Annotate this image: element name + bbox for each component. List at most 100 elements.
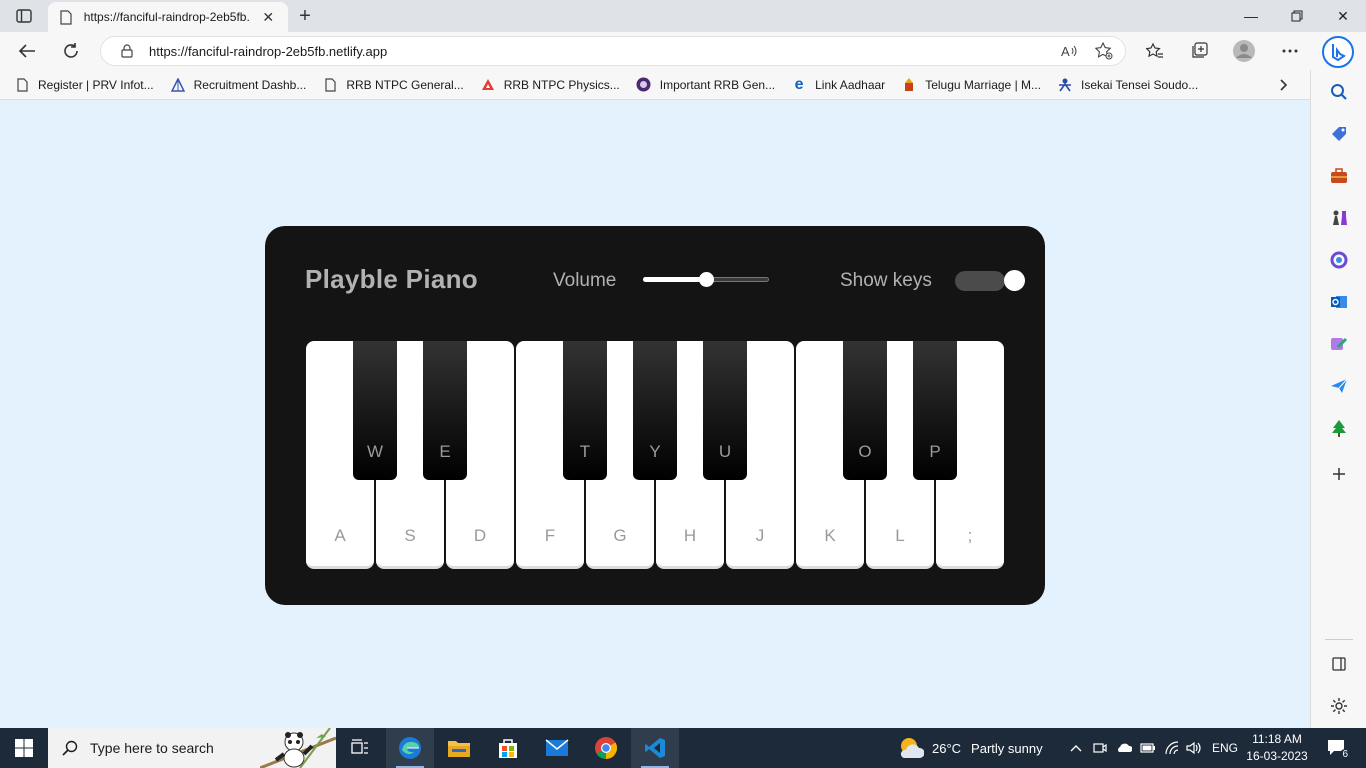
- split-screen-icon[interactable]: [1325, 650, 1353, 678]
- show-keys-toggle[interactable]: [955, 270, 1025, 291]
- weather-temperature: 26°C: [932, 740, 962, 756]
- bookmark-item[interactable]: Telugu Marriage | M...: [901, 73, 1041, 97]
- bookmark-item[interactable]: Register | PRV Infot...: [14, 73, 154, 97]
- tab-actions-button[interactable]: [10, 5, 38, 27]
- bookmark-item[interactable]: RRB NTPC General...: [322, 73, 464, 97]
- toolbox-icon[interactable]: [1325, 162, 1353, 190]
- new-tab-button[interactable]: +: [292, 4, 318, 28]
- onedrive-icon[interactable]: [1112, 728, 1136, 768]
- favorites-icon: [1146, 42, 1163, 58]
- profile-button[interactable]: [1229, 37, 1259, 65]
- show-hidden-icons-button[interactable]: [1064, 728, 1088, 768]
- search-icon: [62, 740, 78, 756]
- mail-icon: [545, 739, 569, 756]
- send-icon[interactable]: [1325, 372, 1353, 400]
- back-arrow-icon: [18, 44, 35, 58]
- key-label: H: [683, 526, 697, 545]
- volume-icon[interactable]: [1182, 728, 1206, 768]
- notification-center-button[interactable]: 6: [1322, 736, 1352, 760]
- clock[interactable]: 11:18 AM 16-03-2023: [1242, 731, 1312, 765]
- tag-icon[interactable]: [1325, 120, 1353, 148]
- bookmark-item[interactable]: Isekai Tensei Soudo...: [1057, 73, 1198, 97]
- black-key[interactable]: O: [843, 341, 887, 480]
- toggle-track[interactable]: [955, 271, 1005, 291]
- taskbar-vscode[interactable]: [631, 728, 679, 768]
- settings-more-button[interactable]: [1275, 37, 1305, 65]
- windows-logo-icon: [15, 739, 33, 757]
- taskbar-chrome[interactable]: [582, 728, 630, 768]
- sidebar-divider: [1325, 639, 1353, 640]
- black-key[interactable]: P: [913, 341, 957, 480]
- browser-tab[interactable]: https://fanciful-raindrop-2eb5fb. ✕: [48, 2, 288, 32]
- bing-button[interactable]: [1322, 36, 1354, 68]
- volume-slider[interactable]: [643, 272, 769, 287]
- lock-icon[interactable]: [119, 43, 135, 59]
- bookmark-label: Isekai Tensei Soudo...: [1081, 77, 1199, 92]
- bookmark-label: RRB NTPC General...: [346, 77, 464, 92]
- collections-button[interactable]: [1184, 37, 1214, 65]
- bookmark-item[interactable]: Recruitment Dashb...: [170, 73, 307, 97]
- svg-text:A: A: [1061, 44, 1070, 58]
- key-label: A: [334, 526, 346, 545]
- partly-sunny-icon: [900, 738, 924, 758]
- bookmark-item[interactable]: RRB NTPC Physics...: [480, 73, 620, 97]
- black-key[interactable]: W: [353, 341, 397, 480]
- weather-description: Partly sunny: [971, 740, 1043, 756]
- battery-icon[interactable]: [1136, 728, 1160, 768]
- draw-icon[interactable]: [1325, 330, 1353, 358]
- black-key[interactable]: E: [423, 341, 467, 480]
- back-button[interactable]: [12, 37, 42, 65]
- edge-e-icon: e: [794, 75, 804, 93]
- key-label: ;: [967, 526, 973, 545]
- volume-slider-thumb[interactable]: [698, 272, 714, 287]
- taskbar-file-explorer[interactable]: [435, 728, 483, 768]
- bookmark-label: Recruitment Dashb...: [193, 77, 307, 92]
- piano-header: Playble Piano Volume Show keys: [305, 262, 1025, 298]
- close-window-button[interactable]: ✕: [1320, 0, 1366, 32]
- more-bookmarks-button[interactable]: [1272, 73, 1296, 97]
- add-icon[interactable]: [1325, 460, 1353, 488]
- gear-icon[interactable]: [1325, 692, 1353, 720]
- bookmark-item[interactable]: e Link Aadhaar: [791, 73, 886, 97]
- bookmarks-bar: Register | PRV Infot... Recruitment Dash…: [0, 70, 1310, 100]
- toggle-knob[interactable]: [1004, 270, 1025, 291]
- taskbar-store[interactable]: [484, 728, 532, 768]
- address-bar[interactable]: https://fanciful-raindrop-2eb5fb.netlify…: [100, 36, 1126, 66]
- black-key[interactable]: T: [563, 341, 607, 480]
- key-label: J: [755, 526, 765, 545]
- minimize-button[interactable]: —: [1228, 0, 1274, 32]
- tree-icon[interactable]: [1325, 414, 1353, 442]
- language-indicator[interactable]: ENG: [1210, 728, 1240, 768]
- weather-widget[interactable]: 26°C Partly sunny: [898, 728, 1043, 768]
- taskbar-edge[interactable]: [386, 728, 434, 768]
- read-aloud-icon[interactable]: A: [1057, 39, 1083, 63]
- search-icon[interactable]: [1325, 78, 1353, 106]
- url-text[interactable]: https://fanciful-raindrop-2eb5fb.netlify…: [149, 44, 1057, 59]
- black-key[interactable]: U: [703, 341, 747, 480]
- temple-icon: [901, 77, 917, 93]
- circle-logo-icon: [636, 77, 652, 93]
- tab-actions-icon: [16, 9, 32, 23]
- key-label: K: [824, 526, 836, 545]
- refresh-button[interactable]: [56, 37, 86, 65]
- meet-now-icon[interactable]: [1088, 728, 1112, 768]
- task-view-button[interactable]: [336, 728, 384, 768]
- browser-toolbar: https://fanciful-raindrop-2eb5fb.netlify…: [0, 32, 1366, 70]
- restore-button[interactable]: [1274, 0, 1320, 32]
- start-button[interactable]: [0, 728, 48, 768]
- outlook-icon[interactable]: [1325, 288, 1353, 316]
- taskbar-search[interactable]: Type here to search: [48, 728, 336, 768]
- taskbar-mail[interactable]: [533, 728, 581, 768]
- key-label: F: [544, 526, 556, 545]
- collections-icon: [1192, 42, 1208, 58]
- favorites-button[interactable]: [1140, 37, 1170, 65]
- bookmark-item[interactable]: Important RRB Gen...: [636, 73, 775, 97]
- key-label: E: [439, 442, 451, 461]
- close-tab-icon[interactable]: ✕: [258, 7, 278, 27]
- black-key[interactable]: Y: [633, 341, 677, 480]
- office-icon[interactable]: [1325, 246, 1353, 274]
- add-favorite-icon[interactable]: [1091, 39, 1117, 63]
- wifi-icon[interactable]: [1160, 728, 1184, 768]
- chess-icon[interactable]: [1325, 204, 1353, 232]
- search-placeholder: Type here to search: [90, 740, 214, 756]
